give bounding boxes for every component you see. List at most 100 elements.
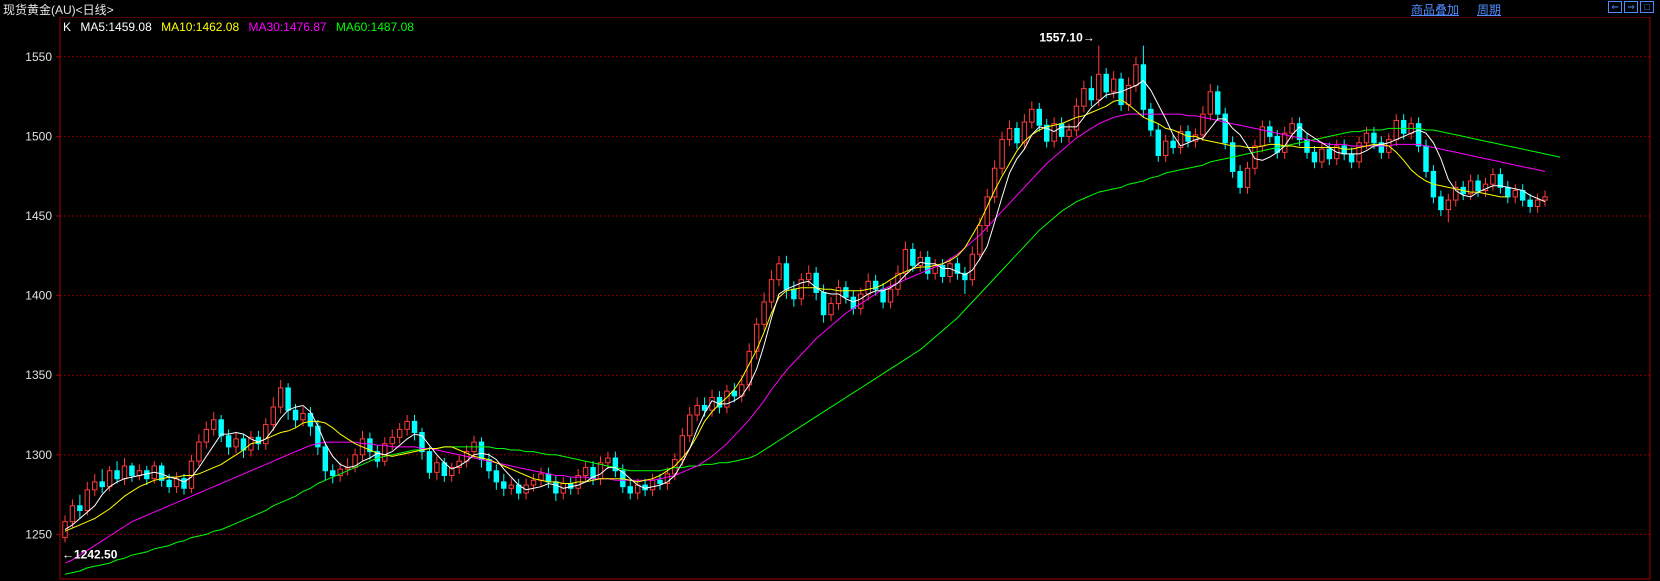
candle-body xyxy=(92,481,98,491)
candle-body xyxy=(330,470,336,477)
candle-body xyxy=(768,279,775,303)
candle-body xyxy=(1110,78,1117,93)
candle-body xyxy=(538,473,544,481)
candle-body xyxy=(404,420,410,430)
candle-body xyxy=(382,443,388,462)
maximize-button[interactable]: □ xyxy=(1640,1,1654,13)
candle-body xyxy=(1348,153,1355,163)
candle-body xyxy=(984,196,990,227)
candle-body xyxy=(1215,91,1221,115)
candle-body xyxy=(99,481,105,488)
candle-body xyxy=(530,479,537,486)
candle-body xyxy=(166,479,172,488)
candle-body xyxy=(1326,148,1333,160)
y-tick-label: 1300 xyxy=(25,448,52,462)
candle-body xyxy=(106,470,113,488)
candle-body xyxy=(121,465,128,480)
candle-body xyxy=(114,470,120,480)
candle-body xyxy=(1542,196,1548,201)
title-bar: 现货黄金(AU)<日线> 商品叠加 周期 ⇐ ⇒ □ xyxy=(0,0,1660,17)
candle-body xyxy=(1341,145,1347,155)
candle-body xyxy=(1363,132,1370,144)
candle-body xyxy=(277,387,284,408)
candle-body xyxy=(203,428,210,443)
candle-body xyxy=(1006,127,1013,141)
legend-ma5: MA5:1459.08 xyxy=(80,20,152,34)
candle-body xyxy=(1088,88,1095,101)
candle-body xyxy=(129,465,135,477)
candle-body xyxy=(805,272,812,281)
candle-body xyxy=(218,419,224,437)
candle-body xyxy=(1133,64,1139,86)
candle-body xyxy=(1445,199,1452,211)
candle-body xyxy=(411,420,418,434)
candle-body xyxy=(1423,145,1429,172)
candle-body xyxy=(84,489,91,512)
overlay-commodity-link[interactable]: 商品叠加 xyxy=(1411,1,1459,18)
candle-body xyxy=(1371,132,1377,144)
candle-body xyxy=(1527,199,1533,207)
candle-body xyxy=(582,467,589,477)
candle-body xyxy=(858,293,864,309)
candle-body xyxy=(1438,196,1444,211)
candle-body xyxy=(1103,73,1109,93)
ma60-line xyxy=(64,127,1561,575)
candle-body xyxy=(77,505,83,512)
candle-body xyxy=(322,446,329,472)
candle-body xyxy=(1319,148,1325,163)
candle-body xyxy=(434,462,440,473)
candle-body xyxy=(1036,108,1042,126)
y-tick-label: 1350 xyxy=(25,368,52,382)
candle-body xyxy=(553,481,559,494)
candle-body xyxy=(1490,174,1496,185)
ma-legend: K MA5:1459.08 MA10:1462.08 MA30:1476.87 … xyxy=(63,20,420,34)
candle-body xyxy=(1140,64,1147,110)
candle-body xyxy=(1081,88,1087,107)
candle-body xyxy=(1207,91,1214,115)
legend-ma60: MA60:1487.08 xyxy=(335,20,414,34)
candle-body xyxy=(694,404,700,416)
candle-body xyxy=(545,473,552,483)
candlestick-chart[interactable]: 1250 1300 1350 1400 1450 1500 1550 1557.10→ ←124… xyxy=(0,17,1660,581)
candle-body xyxy=(791,288,797,300)
candle-body xyxy=(1244,167,1251,188)
candle-body xyxy=(300,412,306,421)
candle-body xyxy=(910,248,916,266)
candle-body xyxy=(687,414,693,437)
candle-body xyxy=(977,225,983,255)
candle-body xyxy=(211,419,217,430)
candle-body xyxy=(1311,151,1318,163)
scroll-right-button[interactable]: ⇒ xyxy=(1624,1,1638,13)
candle-body xyxy=(233,438,239,448)
legend-ma30: MA30:1476.87 xyxy=(248,20,327,34)
candle-body xyxy=(843,287,849,298)
candle-body xyxy=(1400,119,1407,134)
period-link[interactable]: 周期 xyxy=(1477,1,1501,18)
candle-body xyxy=(1155,129,1161,157)
candle-body xyxy=(999,139,1005,169)
scroll-left-button[interactable]: ⇐ xyxy=(1608,1,1622,13)
candle-body xyxy=(1170,140,1176,149)
candle-body xyxy=(508,484,514,489)
candle-body xyxy=(1162,140,1169,157)
y-tick-label: 1250 xyxy=(25,527,52,541)
candle-body xyxy=(1051,123,1057,142)
candle-body xyxy=(761,301,767,325)
candle-body xyxy=(902,248,909,274)
candle-body xyxy=(813,272,819,293)
candle-body xyxy=(292,409,299,421)
candle-body xyxy=(1029,108,1035,123)
candle-body xyxy=(1237,170,1243,188)
candle-body xyxy=(426,451,433,473)
candle-body xyxy=(1058,123,1065,137)
candle-body xyxy=(1505,186,1511,198)
candle-body xyxy=(783,263,790,290)
candle-body xyxy=(1066,129,1072,137)
candle-body xyxy=(657,479,663,484)
candle-body xyxy=(478,441,485,461)
chart-title: 现货黄金(AU)<日线> xyxy=(3,3,114,17)
candle-body xyxy=(1475,180,1481,192)
candle-body xyxy=(396,428,403,438)
candle-body xyxy=(887,288,894,303)
low-price-label: ←1242.50 xyxy=(62,547,118,561)
